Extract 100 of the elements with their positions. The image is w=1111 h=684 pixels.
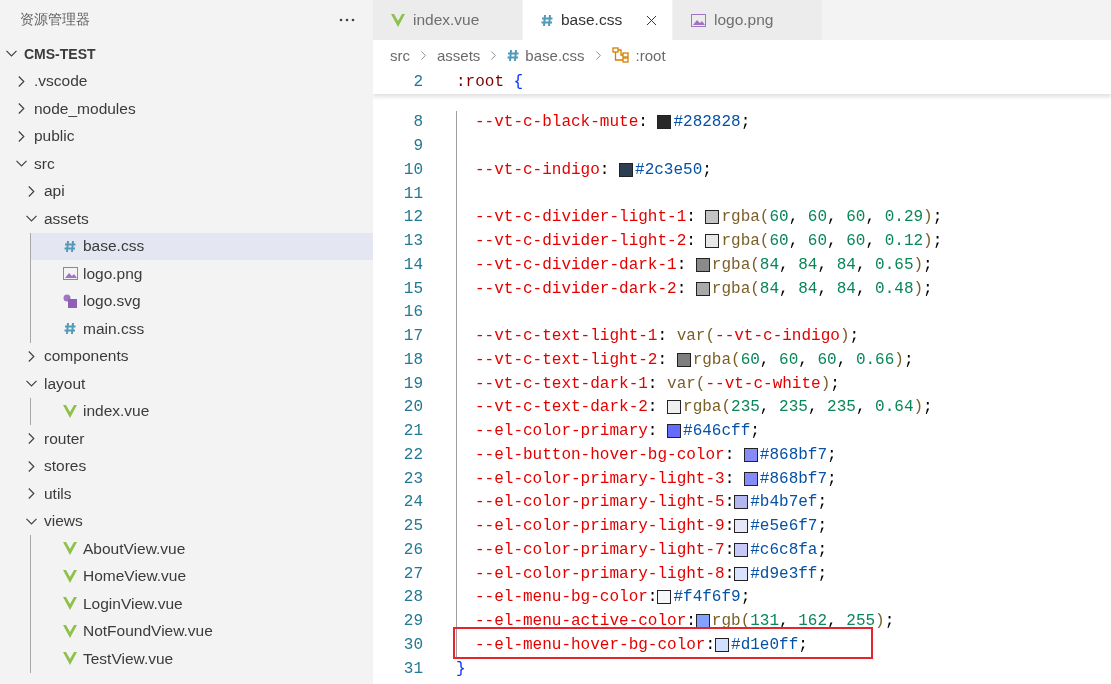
- editor-tab[interactable]: logo.png: [673, 0, 823, 40]
- code-token: ): [913, 279, 924, 298]
- folder-item[interactable]: views: [0, 507, 373, 535]
- code-token: 162: [798, 612, 828, 631]
- file-item[interactable]: AboutView.vue: [31, 535, 373, 563]
- code-token: 235: [779, 398, 808, 417]
- line-number: 30: [402, 635, 423, 654]
- code-token: #d9e3ff: [750, 564, 818, 583]
- file-item[interactable]: NotFoundView.vue: [31, 617, 373, 645]
- file-item[interactable]: TestView.vue: [31, 645, 373, 673]
- more-icon[interactable]: [339, 18, 355, 22]
- code-token: :: [724, 540, 735, 559]
- file-item[interactable]: index.vue: [31, 397, 373, 425]
- code-token: ,: [779, 279, 790, 298]
- code-token: :: [657, 350, 669, 369]
- code-token: 0.65: [875, 255, 914, 274]
- code-token: 235: [827, 398, 856, 417]
- file-item[interactable]: base.css: [31, 232, 373, 260]
- code-token: #c6c8fa: [750, 540, 818, 559]
- folder-item[interactable]: assets: [0, 205, 373, 233]
- folder-item[interactable]: node_modules: [0, 95, 373, 123]
- color-swatch[interactable]: [695, 257, 710, 272]
- code-token: 131: [750, 612, 780, 631]
- folder-item[interactable]: router: [0, 425, 373, 453]
- code-token: ;: [817, 564, 828, 583]
- folder-item[interactable]: components: [0, 342, 373, 370]
- vue-icon: [63, 404, 77, 418]
- vue-icon: [391, 13, 405, 27]
- line-number: 2: [412, 72, 423, 91]
- color-swatch[interactable]: [667, 400, 682, 415]
- color-swatch[interactable]: [695, 614, 710, 629]
- breadcrumb-item[interactable]: :root: [611, 46, 666, 64]
- file-item[interactable]: logo.svg: [31, 287, 373, 315]
- color-swatch[interactable]: [705, 234, 720, 249]
- code-token: ;: [827, 469, 837, 488]
- color-swatch[interactable]: [734, 495, 749, 510]
- line-number: 12: [402, 208, 423, 227]
- code-token: --el-menu-active-color: [475, 612, 687, 631]
- color-swatch[interactable]: [734, 519, 749, 534]
- color-swatch[interactable]: [734, 542, 749, 557]
- code-token: 0.66: [855, 350, 895, 369]
- folder-item[interactable]: src: [0, 150, 373, 178]
- code-token: --vt-c-indigo: [715, 327, 840, 346]
- code-token: ,: [788, 232, 800, 251]
- color-swatch[interactable]: [743, 447, 758, 462]
- shapes-icon: [63, 294, 77, 309]
- symbol-icon: [611, 47, 630, 63]
- code-token: ;: [827, 445, 837, 464]
- file-item[interactable]: logo.png: [31, 260, 373, 288]
- folder-item[interactable]: utils: [0, 480, 373, 508]
- breadcrumb-item[interactable]: base.css: [507, 46, 585, 64]
- code-token: ;: [830, 374, 840, 393]
- color-swatch[interactable]: [676, 352, 691, 367]
- color-swatch[interactable]: [715, 637, 730, 652]
- file-item[interactable]: LoginView.vue: [31, 590, 373, 618]
- color-swatch[interactable]: [734, 566, 749, 581]
- folder-item[interactable]: .vscode: [0, 67, 373, 95]
- code-token: :: [647, 422, 659, 441]
- line-number: 20: [402, 398, 423, 417]
- code-token: #f4f6f9: [673, 588, 741, 607]
- code-token: :: [724, 517, 735, 536]
- file-item[interactable]: HomeView.vue: [31, 562, 373, 590]
- code-token: ): [923, 208, 933, 227]
- hash-icon: [64, 239, 76, 253]
- line-number: 15: [402, 279, 423, 298]
- code-token: ;: [798, 635, 808, 654]
- breadcrumb-item[interactable]: src: [390, 46, 410, 64]
- line-number: 22: [402, 445, 423, 464]
- code-token: #b4b7ef: [750, 493, 818, 512]
- breadcrumb-item[interactable]: assets: [437, 46, 481, 64]
- line-number: 17: [402, 327, 423, 346]
- folder-item[interactable]: public: [0, 122, 373, 150]
- folder-item[interactable]: CMS-TEST: [0, 40, 373, 68]
- color-swatch[interactable]: [657, 590, 672, 605]
- line-number: 21: [402, 422, 423, 441]
- line-number: 25: [402, 517, 423, 536]
- color-swatch[interactable]: [657, 115, 672, 130]
- line-number: 14: [402, 255, 423, 274]
- editor-tab[interactable]: base.css: [523, 0, 673, 40]
- code-token: #282828: [673, 113, 741, 132]
- file-item[interactable]: main.css: [31, 315, 373, 343]
- image-icon: [691, 13, 706, 27]
- folder-item[interactable]: api: [0, 177, 373, 205]
- color-swatch[interactable]: [743, 471, 758, 486]
- color-swatch[interactable]: [695, 281, 710, 296]
- code-token: ): [913, 255, 924, 274]
- folder-item[interactable]: layout: [0, 370, 373, 398]
- code-token: --vt-c-text-dark-2: [475, 398, 648, 417]
- code-token: 0.29: [884, 208, 924, 227]
- hash-icon: [64, 322, 76, 336]
- code-token: ,: [827, 232, 838, 251]
- editor-tab[interactable]: index.vue: [373, 0, 523, 40]
- color-swatch[interactable]: [619, 162, 634, 177]
- code-token: 60: [769, 232, 789, 251]
- color-swatch[interactable]: [705, 210, 720, 225]
- color-swatch[interactable]: [667, 424, 682, 439]
- code-token: --vt-c-indigo: [475, 160, 600, 179]
- folder-item[interactable]: stores: [0, 452, 373, 480]
- code-token: rgba(: [711, 255, 760, 274]
- code-token: ,: [836, 350, 848, 369]
